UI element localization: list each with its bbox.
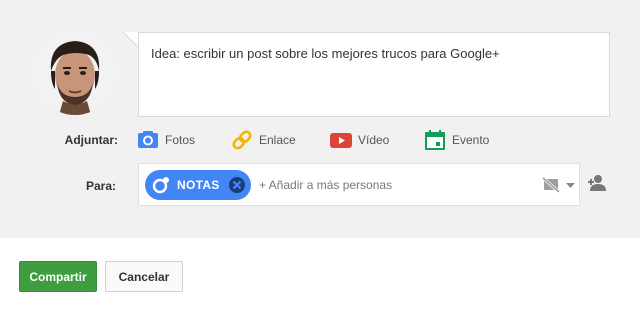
calendar-icon bbox=[425, 130, 445, 150]
chevron-down-icon[interactable] bbox=[566, 183, 575, 189]
camera-icon bbox=[138, 131, 158, 148]
attach-video-button[interactable]: Vídeo bbox=[330, 128, 389, 152]
add-person-icon[interactable] bbox=[587, 174, 607, 192]
compose-panel: Idea: escribir un post sobre los mejores… bbox=[0, 0, 640, 238]
notify-off-icon[interactable] bbox=[542, 177, 560, 193]
attach-photos-label: Fotos bbox=[165, 133, 196, 147]
share-button[interactable]: Compartir bbox=[19, 261, 97, 292]
attach-photos-button[interactable]: Fotos bbox=[137, 128, 195, 152]
attach-event-label: Evento bbox=[452, 133, 490, 147]
attach-link-label: Enlace bbox=[259, 133, 296, 147]
cancel-button[interactable]: Cancelar bbox=[105, 261, 183, 292]
recipient-chip[interactable]: NOTAS bbox=[145, 170, 251, 200]
post-text: Idea: escribir un post sobre los mejores… bbox=[151, 46, 500, 61]
attach-event-button[interactable]: Evento bbox=[424, 128, 489, 152]
to-label: Para: bbox=[85, 179, 116, 193]
add-people-input[interactable]: + Añadir a más personas bbox=[259, 178, 392, 192]
recipients-field[interactable]: NOTAS + Añadir a más personas bbox=[138, 163, 580, 206]
avatar bbox=[33, 31, 117, 115]
link-icon bbox=[232, 130, 252, 150]
attach-label: Adjuntar: bbox=[64, 133, 118, 147]
remove-recipient-icon[interactable] bbox=[228, 176, 246, 194]
circles-icon bbox=[152, 177, 169, 194]
attach-link-button[interactable]: Enlace bbox=[231, 128, 296, 152]
speech-tail-icon bbox=[123, 32, 139, 48]
post-textarea[interactable]: Idea: escribir un post sobre los mejores… bbox=[138, 32, 610, 117]
recipient-chip-label: NOTAS bbox=[177, 178, 220, 192]
attach-video-label: Vídeo bbox=[358, 133, 390, 147]
video-icon bbox=[330, 133, 352, 148]
